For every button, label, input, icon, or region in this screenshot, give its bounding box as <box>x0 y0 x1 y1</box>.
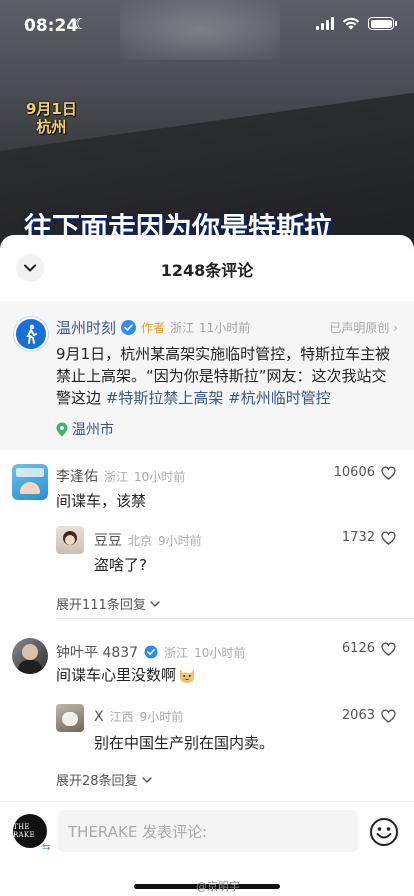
reply-header: 豆豆 北京 9小时前 <box>94 530 202 550</box>
comment-time: 10小时前 <box>194 646 246 660</box>
battery-icon <box>368 17 397 30</box>
signal-icon <box>316 17 334 30</box>
comment-text: 间谍车，该禁 <box>56 492 147 510</box>
like-count: 6126 <box>341 641 375 656</box>
reply-time: 9小时前 <box>139 710 184 724</box>
reply-header: X 江西 9小时前 <box>94 708 183 725</box>
post-region: 浙江 <box>170 321 195 335</box>
comment-header: 钟叶平 4837 浙江 10小时前 <box>56 642 245 662</box>
like-button[interactable]: 6126 <box>342 641 396 656</box>
comment-sheet: 1248条评论 温州时刻 作者 浙江 11小时前 已声明原创 › 9月1日，杭州… <box>0 235 414 896</box>
heart-icon <box>381 531 396 545</box>
comment-count-title: 1248条评论 <box>160 261 254 280</box>
reply-like-count: 1732 <box>341 530 375 545</box>
heart-icon <box>381 466 396 480</box>
sheet-header: 1248条评论 <box>0 235 414 301</box>
status-icons <box>316 17 397 30</box>
post-text: 9月1日，杭州某高架实施临时管控，特斯拉车主被禁止上高架。“因为你是特斯拉”网友… <box>56 343 400 409</box>
comment-region: 浙江 <box>164 646 189 660</box>
commenter-avatar[interactable] <box>12 464 48 500</box>
chevron-right-icon: › <box>393 321 398 335</box>
moon-icon: ☾ <box>74 15 88 33</box>
reply-avatar[interactable] <box>56 526 84 554</box>
chevron-down-icon <box>141 776 152 783</box>
expand-replies-label: 展开111条回复 <box>56 598 146 613</box>
switch-account-icon[interactable]: ⇆ <box>42 842 50 853</box>
hashtag-hangzhou[interactable]: #杭州临时管控 <box>228 389 331 407</box>
watermark: @京明宇 <box>196 880 240 893</box>
divider <box>56 618 414 619</box>
video-date: 9月1日 <box>26 100 77 118</box>
cat-face-emoji-icon <box>180 668 195 683</box>
comment-item: 李逢佑 浙江 10小时前 10606 间谍车，该禁 豆豆 北京 9小时前 173… <box>0 450 414 620</box>
heart-icon <box>381 709 396 723</box>
commenter-name[interactable]: 李逢佑 <box>56 466 98 486</box>
post-location[interactable]: 温州市 <box>56 419 114 439</box>
reply-time: 9小时前 <box>158 534 202 548</box>
reply-region: 江西 <box>109 710 134 724</box>
video-city: 杭州 <box>36 118 67 136</box>
reply-text: 盗啥了? <box>94 556 147 574</box>
author-avatar[interactable] <box>14 317 48 351</box>
reply-text: 别在中国生产别在国内卖。 <box>94 734 275 752</box>
reply-like-button[interactable]: 2063 <box>342 708 396 723</box>
expand-replies-button[interactable]: 展开28条回复 <box>56 770 152 789</box>
author-post[interactable]: 温州时刻 作者 浙江 11小时前 已声明原创 › 9月1日，杭州某高架实施临时管… <box>0 301 414 450</box>
comment-header: 李逢佑 浙江 10小时前 <box>56 466 185 486</box>
wifi-icon <box>342 17 360 30</box>
reply-like-count: 2063 <box>341 708 375 723</box>
location-label: 温州市 <box>72 422 114 438</box>
verified-badge-icon <box>144 645 158 659</box>
emoji-icon[interactable] <box>368 816 400 848</box>
status-time: 08:24 <box>24 16 79 36</box>
post-time: 11小时前 <box>199 321 251 335</box>
comment-input-placeholder: THERAKE 发表评论: <box>68 823 208 841</box>
chevron-down-icon <box>150 600 160 607</box>
expand-replies-button[interactable]: 展开111条回复 <box>56 594 160 613</box>
comment-region: 浙江 <box>104 470 129 484</box>
commenter-name[interactable]: 钟叶平 4837 <box>56 642 138 662</box>
my-avatar-text: THE RAKE <box>13 823 35 839</box>
original-claim[interactable]: 已声明原创 › <box>329 319 398 336</box>
reply-name[interactable]: 豆豆 <box>94 530 122 550</box>
comment-text: 间谍车心里没数啊 <box>56 666 177 684</box>
commenter-avatar[interactable] <box>12 638 48 674</box>
verified-icon <box>121 320 137 335</box>
reply-name[interactable]: X <box>94 709 104 725</box>
location-pin-icon <box>56 422 68 436</box>
walking-person-icon <box>26 324 37 344</box>
hashtag-tesla[interactable]: #特斯拉禁上高架 <box>106 389 224 407</box>
original-claim-label: 已声明原创 <box>329 321 390 335</box>
comment-time: 10小时前 <box>134 470 186 484</box>
status-bar: 08:24 ☾ <box>0 0 414 50</box>
like-count: 10606 <box>333 465 375 480</box>
video-date-caption: 9月1日 杭州 <box>26 100 77 136</box>
reply-avatar[interactable] <box>56 704 84 732</box>
heart-icon <box>381 642 396 656</box>
author-name[interactable]: 温州时刻 <box>56 317 116 338</box>
comment-text-row: 间谍车心里没数啊 <box>56 664 196 685</box>
reply-region: 北京 <box>128 534 153 548</box>
reply-like-button[interactable]: 1732 <box>342 530 396 545</box>
comment-input[interactable]: THERAKE 发表评论: <box>58 810 358 852</box>
like-button[interactable]: 10606 <box>334 465 396 480</box>
author-badge: 作者 <box>141 321 166 335</box>
comment-item: 钟叶平 4837 浙江 10小时前 6126 间谍车心里没数啊 X 江西 9小时… <box>0 620 414 800</box>
expand-replies-label: 展开28条回复 <box>56 774 138 789</box>
